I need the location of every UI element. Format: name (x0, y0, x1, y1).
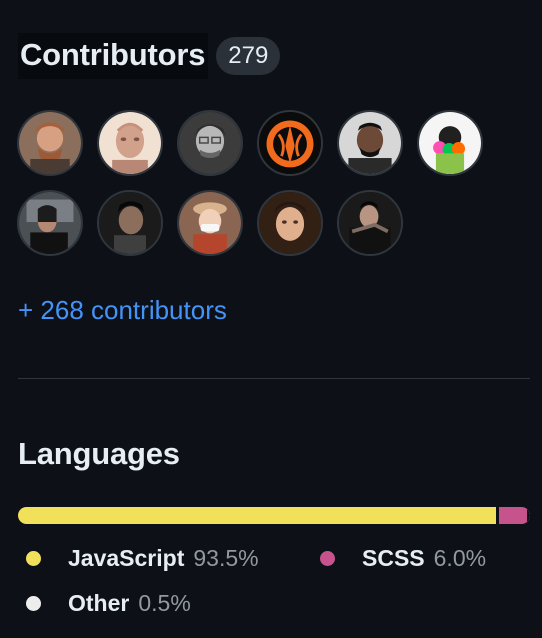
contributor-avatar[interactable] (257, 190, 323, 256)
avatar-image (179, 112, 241, 174)
language-segment-scss[interactable] (496, 507, 527, 524)
language-color-dot (26, 596, 41, 611)
contributor-avatar[interactable] (257, 110, 323, 176)
contributor-avatar[interactable] (17, 190, 83, 256)
avatar-image (99, 192, 161, 254)
language-item-other[interactable]: Other 0.5% (26, 590, 191, 617)
contributor-avatar[interactable] (97, 190, 163, 256)
avatar-image (339, 192, 401, 254)
language-percent: 6.0% (433, 545, 487, 571)
more-contributors-link[interactable]: + 268 contributors (18, 293, 227, 327)
language-name: Other (68, 590, 130, 616)
contributor-avatar[interactable] (177, 190, 243, 256)
avatar-image (99, 112, 161, 174)
language-color-dot (320, 551, 335, 566)
contributors-heading[interactable]: Contributors (18, 33, 209, 79)
language-color-dot (26, 551, 41, 566)
contributor-avatar[interactable] (17, 110, 83, 176)
contributor-avatar[interactable] (177, 110, 243, 176)
language-segment-other[interactable] (527, 507, 530, 524)
language-item-javascript[interactable]: JavaScript 93.5% (26, 545, 259, 572)
contributors-count-badge[interactable]: 279 (216, 37, 281, 75)
contributor-avatar[interactable] (97, 110, 163, 176)
avatar-image (19, 192, 81, 254)
language-name: JavaScript (68, 545, 185, 571)
avatar-image (259, 112, 321, 174)
language-name: SCSS (362, 545, 425, 571)
contributor-avatar[interactable] (337, 110, 403, 176)
avatar-image (419, 112, 481, 174)
section-divider (18, 378, 530, 379)
languages-heading: Languages (18, 436, 180, 471)
contributors-header[interactable]: Contributors 279 (18, 32, 281, 80)
contributor-avatar[interactable] (337, 190, 403, 256)
avatar-image (19, 112, 81, 174)
avatar-image (179, 192, 241, 254)
language-item-scss[interactable]: SCSS 6.0% (320, 545, 486, 572)
avatar-image (339, 112, 401, 174)
language-percent: 0.5% (138, 590, 191, 616)
language-percent: 93.5% (193, 545, 259, 571)
contributor-avatar[interactable] (417, 110, 483, 176)
language-segment-javascript[interactable] (18, 507, 497, 524)
avatar-image (259, 192, 321, 254)
languages-progress-bar (18, 507, 530, 524)
